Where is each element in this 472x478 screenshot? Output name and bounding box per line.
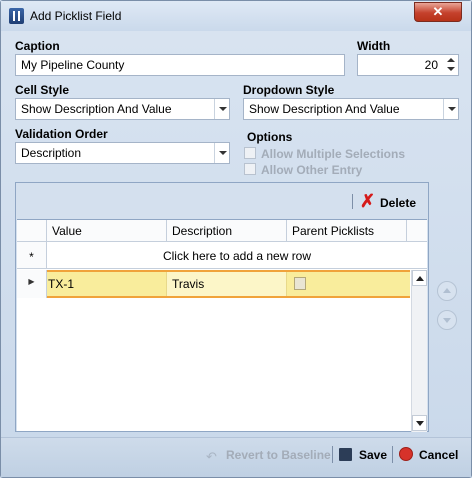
- allow-other-label: Allow Other Entry: [261, 163, 363, 177]
- cell-style-value: Show Description And Value: [21, 102, 172, 116]
- cell-description[interactable]: Travis: [167, 272, 287, 296]
- cell-style-select[interactable]: Show Description And Value: [15, 98, 230, 120]
- app-icon: [9, 8, 24, 24]
- width-decrement-icon[interactable]: [445, 65, 457, 75]
- scroll-up-icon[interactable]: [412, 270, 427, 286]
- width-label: Width: [357, 39, 391, 53]
- width-stepper[interactable]: 20: [357, 54, 459, 76]
- window-title: Add Picklist Field: [30, 9, 122, 23]
- revert-icon: ↶: [206, 449, 217, 464]
- dialog-footer: ↶ Revert to Baseline Save Cancel: [1, 437, 471, 477]
- move-row-down-icon[interactable]: [437, 310, 457, 330]
- cell-parent-picklists[interactable]: [287, 272, 410, 296]
- validation-order-value: Description: [21, 146, 82, 160]
- picklist-grid-panel: ✗ Delete Value Description Parent Pickli…: [15, 182, 429, 432]
- chevron-down-icon[interactable]: [214, 143, 229, 163]
- chevron-down-icon[interactable]: [443, 99, 458, 119]
- vertical-scrollbar[interactable]: [411, 270, 427, 432]
- revert-to-baseline-button[interactable]: Revert to Baseline: [226, 448, 331, 462]
- caption-input[interactable]: My Pipeline County: [15, 54, 345, 76]
- dropdown-style-select[interactable]: Show Description And Value: [243, 98, 459, 120]
- footer-separator: [392, 446, 393, 463]
- add-new-row[interactable]: Click here to add a new row: [47, 242, 427, 269]
- allow-other-checkbox[interactable]: [244, 163, 256, 175]
- row-selector[interactable]: ▶: [17, 270, 47, 298]
- chevron-down-icon[interactable]: [214, 99, 229, 119]
- column-header-value[interactable]: Value: [47, 220, 167, 242]
- cell-value[interactable]: TX-1: [47, 272, 167, 296]
- caption-label: Caption: [15, 39, 60, 53]
- save-icon: [339, 448, 352, 461]
- cell-style-label: Cell Style: [15, 83, 70, 97]
- options-label: Options: [247, 130, 293, 144]
- move-row-up-icon[interactable]: [437, 281, 457, 301]
- row-selector-header: [17, 220, 47, 242]
- dropdown-style-label: Dropdown Style: [243, 83, 335, 97]
- validation-order-label: Validation Order: [15, 127, 108, 141]
- cancel-icon: [399, 447, 413, 461]
- picklist-editor-icon[interactable]: [294, 277, 306, 290]
- footer-separator: [332, 446, 333, 463]
- allow-multiple-label: Allow Multiple Selections: [261, 147, 406, 161]
- width-value: 20: [424, 58, 438, 72]
- dialog-window: Add Picklist Field ✕ Caption My Pipeline…: [0, 0, 472, 478]
- cancel-button[interactable]: Cancel: [419, 448, 458, 462]
- close-button[interactable]: ✕: [414, 2, 462, 22]
- new-row-marker: *: [17, 242, 47, 269]
- dropdown-style-value: Show Description And Value: [249, 102, 400, 116]
- width-increment-icon[interactable]: [445, 55, 457, 65]
- allow-multiple-checkbox[interactable]: [244, 147, 256, 159]
- picklist-grid: Value Description Parent Picklists * Cli…: [17, 219, 427, 432]
- column-header-parent-picklists[interactable]: Parent Picklists: [287, 220, 407, 242]
- toolbar-separator: [352, 194, 353, 209]
- delete-icon[interactable]: ✗: [360, 192, 375, 210]
- column-header-description[interactable]: Description: [167, 220, 287, 242]
- scroll-down-icon[interactable]: [412, 415, 427, 431]
- delete-button[interactable]: Delete: [380, 196, 416, 210]
- header-filler: [407, 220, 427, 242]
- table-row[interactable]: TX-1 Travis: [47, 270, 410, 298]
- save-button[interactable]: Save: [359, 448, 387, 462]
- validation-order-select[interactable]: Description: [15, 142, 230, 164]
- title-bar[interactable]: Add Picklist Field ✕: [1, 1, 471, 31]
